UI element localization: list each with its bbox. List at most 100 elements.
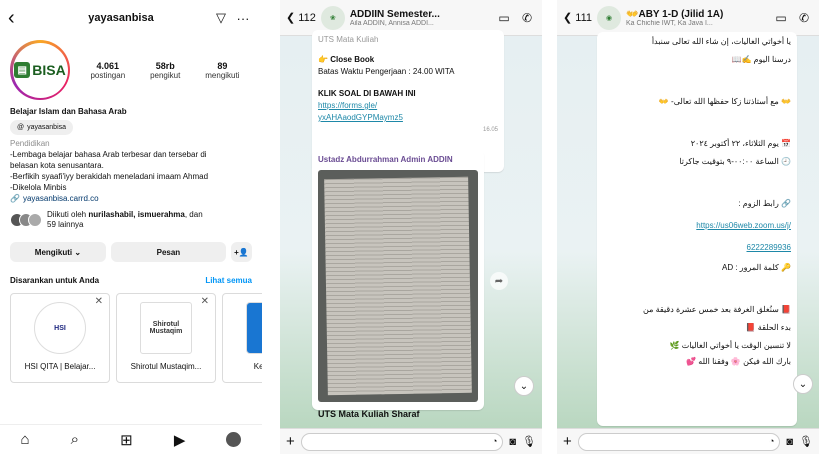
message-composer: + ◔ ◙ 🎙: [557, 428, 819, 454]
followers-stat[interactable]: 58rb pengikut: [150, 61, 180, 80]
video-call-icon[interactable]: ▭: [772, 11, 790, 25]
announcement-message[interactable]: يا أخواتي الغاليات، إن شاء الله تعالى سن…: [597, 32, 797, 426]
profile-bio: Belajar Islam dan Bahasa Arab @ yayasanb…: [0, 100, 262, 204]
zoom-meeting-id[interactable]: 6222289936: [603, 242, 792, 254]
attach-icon[interactable]: +: [563, 433, 572, 450]
profile-stats: 4.061 postingan 58rb pengikut 89 mengiku…: [78, 61, 252, 80]
zoom-link[interactable]: https://us06web.zoom.us/j/: [603, 220, 791, 232]
message-line: 🕘 الساعة ٠٠:٠٠-٩ بتوقيت جاكرتا: [679, 157, 791, 166]
message-line: بارك الله فيكن 🌸 وفقنا الله 💕: [686, 357, 791, 366]
message-line: لا تنسين الوقت يا أخواتي الغاليات 🌿: [669, 341, 791, 350]
bio-line: -Lembaga belajar bahasa Arab terbesar da…: [10, 150, 207, 159]
chat-messages: يا أخواتي الغاليات، إن شاء الله تعالى سن…: [557, 32, 819, 428]
suggestion-cards: ✕ HSI HSI QITA | Belajar... ✕ Shirotul M…: [0, 285, 262, 383]
profile-avatar[interactable]: ▤ BISA: [10, 40, 70, 100]
profile-header: ‹ yayasanbisa ▽ ···: [0, 0, 262, 36]
message-input[interactable]: ◔: [577, 432, 781, 451]
search-icon[interactable]: ⌕: [71, 431, 79, 448]
more-options-icon[interactable]: ···: [232, 11, 254, 26]
message-line: 📅 يوم الثلاثاء، ٢٢ أكتوبر ٢٠٢٤: [690, 139, 791, 148]
phone-call-icon[interactable]: ✆: [795, 11, 813, 25]
message-line: 👐 مع أستاذتنا زكا حفظها الله تعالى- 👐: [658, 97, 791, 106]
group-avatar[interactable]: ❀: [320, 5, 345, 30]
camera-icon[interactable]: ◙: [509, 436, 516, 448]
profile-tab-avatar[interactable]: [226, 432, 242, 447]
message-button[interactable]: Pesan: [110, 242, 226, 262]
add-person-icon[interactable]: +👤: [230, 242, 253, 262]
scroll-down-icon[interactable]: ⌄: [793, 374, 813, 394]
chat-title: ADDIIN Semester...: [349, 8, 440, 20]
reels-icon[interactable]: ▶: [174, 431, 186, 449]
threads-icon: @: [17, 124, 25, 131]
threads-badge[interactable]: @ yayasanbisa: [10, 120, 74, 135]
message-composer: + ◔ ◙ 🎙: [280, 428, 542, 454]
suggestion-avatar: Shirotul Mustaqim: [140, 302, 192, 354]
message-line: درسنا اليوم ✍️📖: [731, 55, 791, 64]
following-button[interactable]: Mengikuti ⌄: [10, 242, 106, 262]
sticker-icon[interactable]: ◔: [769, 436, 774, 446]
bio-line: -Dikelola Minbis: [10, 183, 67, 192]
chat-messages: UTS Mata Kuliah 👉 Close Book Batas Waktu…: [280, 30, 542, 428]
chat-title: 👐ABY 1-D (Jilid 1A): [626, 8, 724, 20]
message-line: 🔗 رابط الزوم :: [738, 199, 791, 208]
back-icon[interactable]: ‹: [8, 7, 32, 30]
create-icon[interactable]: ⊞: [120, 431, 133, 449]
posts-stat[interactable]: 4.061 postingan: [90, 61, 125, 80]
following-stat[interactable]: 89 mengikuti: [205, 61, 239, 80]
display-name: Belajar Islam dan Bahasa Arab: [10, 107, 127, 116]
suggestion-name: HSI QITA | Belajar...: [24, 362, 96, 371]
suggestion-card[interactable]: ✕ HSI HSI QITA | Belajar...: [10, 293, 110, 383]
attach-icon[interactable]: +: [286, 433, 295, 450]
suggested-header: Disarankan untuk Anda Lihat semua: [10, 276, 252, 285]
form-link-continued[interactable]: yxAHAaodGYPMaymz5: [318, 112, 498, 124]
image-caption: UTS Mata Kuliah Sharaf: [318, 409, 420, 419]
sticker-icon[interactable]: ◔: [492, 436, 497, 446]
scroll-down-icon[interactable]: ⌄: [514, 376, 534, 396]
instagram-profile-screen: ‹ yayasanbisa ▽ ··· ▤ BISA 4.061 postinga…: [0, 0, 262, 454]
suggestion-name: Kelas Bah: [253, 362, 262, 371]
video-call-icon[interactable]: ▭: [495, 11, 513, 25]
chevron-down-icon: ⌄: [72, 247, 82, 257]
bio-line: belasan kota senusantara.: [10, 161, 104, 170]
chat-title-block[interactable]: 👐ABY 1-D (Jilid 1A) Ka Chichie IWT, Ka J…: [626, 9, 767, 27]
image-message[interactable]: Ustadz Abdurrahman Admin ADDIN UTS Mata …: [312, 150, 484, 419]
microphone-icon[interactable]: 🎙: [522, 435, 536, 448]
message-sender: Ustadz Abdurrahman Admin ADDIN: [318, 155, 453, 164]
back-button[interactable]: ❮ 112: [286, 11, 316, 24]
suggestion-name: Shirotul Mustaqim...: [130, 362, 202, 371]
profile-actions: Mengikuti ⌄ Pesan +👤: [0, 230, 262, 262]
whatsapp-chat-aby: ❮ 111 ◉ 👐ABY 1-D (Jilid 1A) Ka Chichie I…: [557, 0, 819, 454]
home-icon[interactable]: ⌂: [21, 431, 30, 448]
whatsapp-chat-addiin: ❮ 112 ❀ ADDIIN Semester... Aila ADDIN, A…: [280, 0, 542, 454]
bisa-logo: ▤ BISA: [14, 62, 66, 78]
suggestion-card[interactable]: ✕ Shirotul Mustaqim Shirotul Mustaqim...: [116, 293, 216, 383]
see-all-link[interactable]: Lihat semua: [205, 276, 252, 285]
suggestion-avatar: HSI: [34, 302, 86, 354]
category-label: Pendidikan: [10, 139, 50, 148]
message-line: 🔑 كلمة المرور : AD: [722, 263, 791, 272]
notifications-icon[interactable]: ▽: [210, 10, 232, 26]
phone-call-icon[interactable]: ✆: [518, 11, 536, 25]
camera-icon[interactable]: ◙: [786, 436, 793, 448]
chat-header: ❮ 111 ◉ 👐ABY 1-D (Jilid 1A) Ka Chichie I…: [557, 0, 819, 36]
suggestion-card[interactable]: K Kelas Bah: [222, 293, 262, 383]
chat-participants: Ka Chichie IWT, Ka Java I...: [626, 19, 713, 27]
dismiss-icon[interactable]: ✕: [201, 296, 209, 307]
group-avatar[interactable]: ◉: [597, 5, 622, 30]
exam-sheet-photo[interactable]: [318, 170, 478, 402]
form-link[interactable]: https://forms.gle/: [318, 100, 498, 112]
profile-summary: ▤ BISA 4.061 postingan 58rb pengikut 89 m…: [0, 36, 262, 100]
microphone-icon[interactable]: 🎙: [799, 435, 813, 448]
mutual-followers[interactable]: Diikuti oleh nurilashabil, ismuerahma, d…: [0, 204, 262, 230]
dismiss-icon[interactable]: ✕: [95, 296, 103, 307]
chat-title-block[interactable]: ADDIIN Semester... Aila ADDIN, Annisa AD…: [350, 9, 490, 27]
message-input[interactable]: ◔: [300, 432, 504, 451]
profile-username: yayasanbisa: [88, 12, 154, 24]
message-line: 📕 سنُغلق الغرفة بعد خمس عشرة دقيقة من: [643, 305, 791, 314]
suggestion-avatar: K: [246, 302, 262, 354]
website-link[interactable]: 🔗 yayasanbisa.carrd.co: [10, 193, 252, 204]
bottom-nav: ⌂ ⌕ ⊞ ▶: [0, 424, 262, 454]
mutual-avatars: [10, 213, 42, 227]
forward-icon[interactable]: ➦: [490, 272, 508, 290]
back-button[interactable]: ❮ 111: [563, 11, 592, 24]
